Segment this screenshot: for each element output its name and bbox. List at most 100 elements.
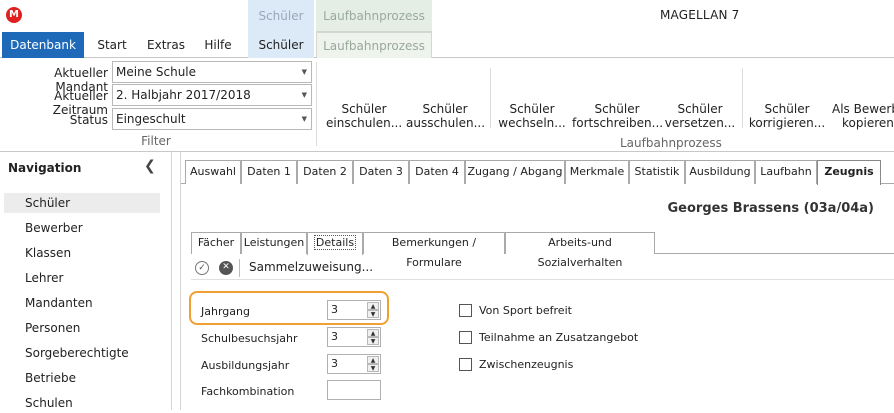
ribbon-tab-bar: Datenbank Start Extras Hilfe Schüler Lau… <box>0 32 894 58</box>
subtab-details[interactable]: Details <box>307 232 363 255</box>
zwischenzeugnis-checkbox[interactable] <box>459 358 472 371</box>
chevron-down-icon: ▼ <box>301 68 307 76</box>
group-divider <box>316 62 317 146</box>
stepper-up-icon[interactable]: ▲ <box>367 329 379 337</box>
nav-item-klassen[interactable]: Klassen <box>4 243 160 263</box>
zeitraum-select[interactable]: 2. Halbjahr 2017/2018 ▼ <box>112 84 312 106</box>
status-value: Eingeschult <box>116 112 186 126</box>
context-tab-laufbahnprozess: Laufbahnprozess <box>316 0 432 32</box>
chevron-left-icon[interactable]: ❮ <box>144 158 156 174</box>
tab-daten-2[interactable]: Daten 2 <box>297 160 353 184</box>
title-bar: M Schüler Laufbahnprozess MAGELLAN 7 <box>0 0 894 32</box>
tab-merkmale[interactable]: Merkmale <box>565 160 629 184</box>
student-name: Georges Brassens (03a/04a) <box>667 201 874 216</box>
status-label: Status <box>69 113 108 127</box>
sammelzuweisung-button[interactable]: Sammelzuweisung... <box>249 260 373 274</box>
chevron-down-icon: ▼ <box>301 91 307 99</box>
nav-item-schueler[interactable]: Schüler <box>4 193 160 213</box>
fortschreiben-button[interactable]: Schüler fortschreiben... <box>572 102 664 130</box>
ribbon-body: Aktueller Mandant Meine Schule ▼ Aktuell… <box>0 58 894 152</box>
tab-daten-1[interactable]: Daten 1 <box>241 160 297 184</box>
nav-item-personen[interactable]: Personen <box>4 318 160 338</box>
nav-item-mandanten[interactable]: Mandanten <box>4 293 160 313</box>
versetzen-button[interactable]: Schüler versetzen... <box>664 102 736 130</box>
navigation-title: Navigation <box>8 161 82 175</box>
stepper-down-icon[interactable]: ▼ <box>367 337 379 345</box>
mandant-select[interactable]: Meine Schule ▼ <box>112 61 312 83</box>
fachkombination-input[interactable] <box>327 380 381 400</box>
main-panel: Auswahl Daten 1 Daten 2 Daten 3 Daten 4 … <box>180 152 894 410</box>
zeitraum-value: 2. Halbjahr 2017/2018 <box>116 88 251 102</box>
stepper-down-icon[interactable]: ▼ <box>367 310 379 318</box>
ribbon-separator <box>490 68 491 128</box>
subtab-details-label: Details <box>313 235 357 250</box>
tab-zugang-abgang[interactable]: Zugang / Abgang <box>465 160 565 184</box>
als-bewerber-kopieren-button[interactable]: Als Bewerb kopieren... <box>832 102 894 130</box>
window-title: MAGELLAN 7 <box>660 8 740 22</box>
stepper-down-icon[interactable]: ▼ <box>367 364 379 372</box>
tab-extras[interactable]: Extras <box>142 32 190 58</box>
tab-zeugnis[interactable]: Zeugnis <box>817 160 881 185</box>
wechseln-button[interactable]: Schüler wechseln... <box>496 102 568 130</box>
ausschulen-button[interactable]: Schüler ausschulen... <box>406 102 486 130</box>
button-label-line1: Schüler <box>422 102 468 116</box>
laufbahnprozess-group-label: Laufbahnprozess <box>620 136 722 150</box>
tab-auswahl[interactable]: Auswahl <box>185 160 241 184</box>
zwischenzeugnis-label: Zwischenzeugnis <box>479 358 574 371</box>
mandant-value: Meine Schule <box>116 65 197 79</box>
ausbildungsjahr-stepper[interactable]: 3 ▲ ▼ <box>327 354 381 374</box>
tab-laufbahn[interactable]: Laufbahn <box>755 160 817 184</box>
nav-item-lehrer[interactable]: Lehrer <box>4 268 160 288</box>
sub-tab-bar: Fächer Leistungen Details Bemerkungen / … <box>191 232 894 269</box>
schulbesuchsjahr-label: Schulbesuchsjahr <box>201 332 298 345</box>
filter-group-label: Filter <box>141 134 171 148</box>
details-toolbar: ✓ ✕ Sammelzuweisung... <box>191 256 894 280</box>
tab-ausbildung[interactable]: Ausbildung <box>685 160 755 184</box>
jahrgang-stepper[interactable]: 3 ▲ ▼ <box>327 300 381 320</box>
button-label-line2: einschulen... <box>326 116 403 130</box>
subtab-faecher[interactable]: Fächer <box>191 232 241 254</box>
x-circle-icon[interactable]: ✕ <box>219 261 233 275</box>
jahrgang-label: Jahrgang <box>201 305 250 318</box>
tab-schueler[interactable]: Schüler <box>248 32 314 58</box>
schulbesuchsjahr-stepper[interactable]: 3 ▲ ▼ <box>327 327 381 347</box>
button-label-line2: versetzen... <box>664 116 736 130</box>
app-logo-icon[interactable]: M <box>6 7 22 23</box>
button-label-line1: Schüler <box>509 102 555 116</box>
button-label-line2: ausschulen... <box>406 116 486 130</box>
check-circle-icon[interactable]: ✓ <box>195 261 209 275</box>
tab-daten-3[interactable]: Daten 3 <box>353 160 409 184</box>
button-label-line1: Schüler <box>594 102 640 116</box>
stepper-up-icon[interactable]: ▲ <box>367 302 379 310</box>
nav-item-bewerber[interactable]: Bewerber <box>4 218 160 238</box>
tab-daten-4[interactable]: Daten 4 <box>409 160 465 184</box>
status-select[interactable]: Eingeschult ▼ <box>112 108 312 130</box>
button-label-line1: Schüler <box>764 102 810 116</box>
ausbildungsjahr-value: 3 <box>331 357 338 370</box>
zusatzangebot-label: Teilnahme an Zusatzangebot <box>479 331 639 344</box>
einschulen-button[interactable]: Schüler einschulen... <box>326 102 402 130</box>
tab-start[interactable]: Start <box>92 32 132 58</box>
subtab-leistungen[interactable]: Leistungen <box>241 232 307 254</box>
main-tab-bar: Auswahl Daten 1 Daten 2 Daten 3 Daten 4 … <box>181 160 894 185</box>
tab-datenbank[interactable]: Datenbank <box>2 32 84 58</box>
button-label-line1: Schüler <box>677 102 723 116</box>
nav-item-schulen[interactable]: Schulen <box>4 393 160 413</box>
subtab-bemerkungen-formulare[interactable]: Bemerkungen / Formulare <box>363 232 505 269</box>
zusatzangebot-checkbox[interactable] <box>459 331 472 344</box>
nav-item-betriebe[interactable]: Betriebe <box>4 368 160 388</box>
von-sport-befreit-label: Von Sport befreit <box>479 304 572 317</box>
stepper-up-icon[interactable]: ▲ <box>367 356 379 364</box>
button-label-line2: fortschreiben... <box>572 116 664 130</box>
korrigieren-button[interactable]: Schüler korrigieren... <box>748 102 826 130</box>
von-sport-befreit-checkbox[interactable] <box>459 304 472 317</box>
nav-item-sorgeberechtigte[interactable]: Sorgeberechtigte <box>4 343 160 363</box>
ausbildungsjahr-label: Ausbildungsjahr <box>201 359 290 372</box>
button-label-line1: Als Bewerb <box>832 102 894 116</box>
tab-laufbahnprozess[interactable]: Laufbahnprozess <box>316 32 432 58</box>
subtab-arbeits-sozialverhalten[interactable]: Arbeits-und Sozialverhalten <box>505 232 655 269</box>
navigation-panel: Navigation ❮ Schüler Bewerber Klassen Le… <box>0 152 172 410</box>
tab-hilfe[interactable]: Hilfe <box>198 32 238 58</box>
tab-statistik[interactable]: Statistik <box>629 160 685 184</box>
button-label-line2: korrigieren... <box>748 116 826 130</box>
